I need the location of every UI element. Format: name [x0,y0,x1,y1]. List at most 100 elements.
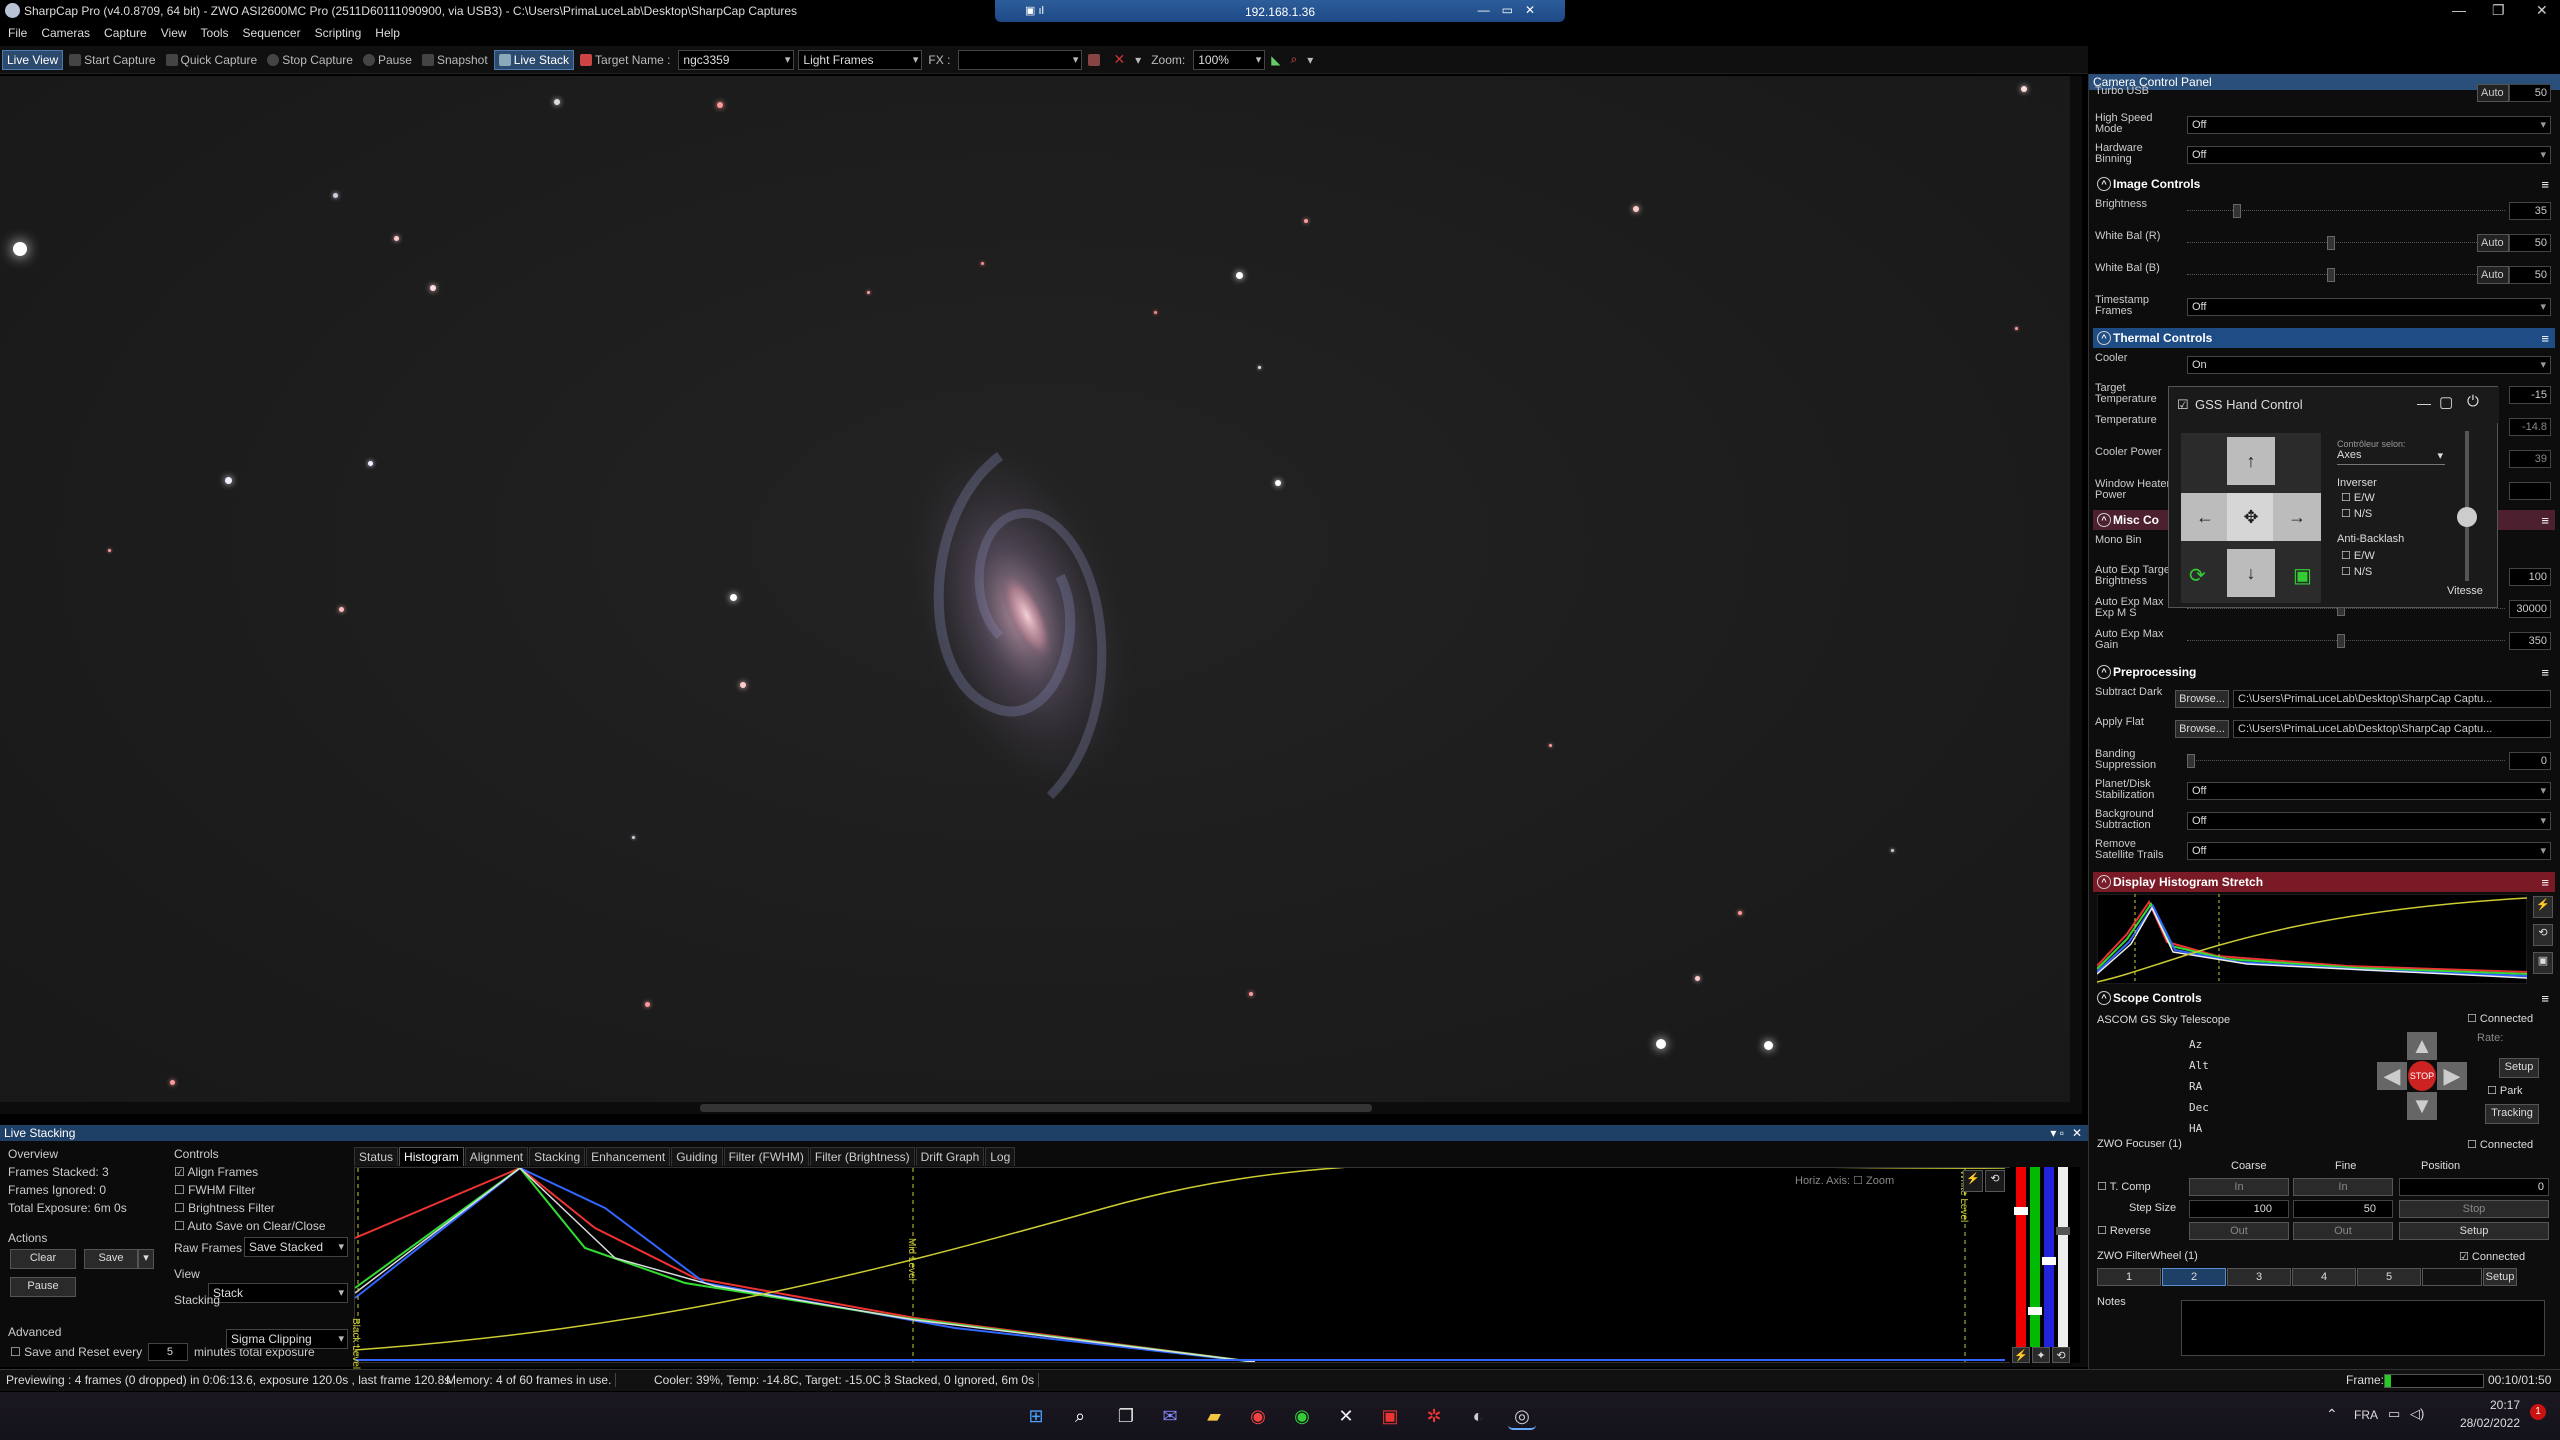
brightness-value[interactable]: 35 [2509,202,2551,220]
satellite-select[interactable]: Off [2187,842,2551,860]
focuser-coarse-out-button[interactable]: Out [2189,1222,2289,1240]
pause-stack-button[interactable]: Pause [10,1277,76,1297]
black-level-marker[interactable]: Black Level [350,1318,361,1369]
stop-capture-button[interactable]: Stop Capture [263,50,357,70]
reverse-checkbox[interactable]: ☐ Reverse [2097,1224,2151,1237]
remote-restore-icon[interactable]: ▭ [1502,3,1513,17]
red-app-2-icon[interactable]: ✲ [1420,1402,1448,1430]
levels-reset-icon[interactable]: ⟲ [2052,1347,2070,1363]
banding-knob[interactable] [2187,754,2195,768]
focuser-connected-checkbox[interactable]: ☐ Connected [2467,1138,2533,1151]
menu-cameras[interactable]: Cameras [41,26,90,40]
green-app-icon[interactable]: ◉ [1288,1402,1316,1430]
wb-r-auto[interactable]: Auto [2477,234,2509,252]
maximize-icon[interactable]: ❐ [2492,2,2505,19]
save-options-dropdown-icon[interactable]: ▾ [138,1249,154,1269]
menu-file[interactable]: File [8,26,27,40]
hamburger-icon[interactable]: ≡ [2541,873,2549,893]
image-viewer[interactable] [0,76,2082,1112]
color-picker-icon[interactable] [1084,50,1107,70]
menu-capture[interactable]: Capture [104,26,147,40]
auto-stretch-icon[interactable]: ⚡ [2533,896,2553,918]
blue-level-knob[interactable] [2042,1257,2056,1265]
hand-power-icon[interactable]: ⏻ [2467,393,2479,410]
save-stretch-icon[interactable]: ▣ [2533,952,2553,974]
auto-exp-max-gain-value[interactable]: 350 [2509,632,2551,650]
start-capture-button[interactable]: Start Capture [65,50,159,70]
window-heater-value[interactable] [2509,482,2551,500]
tab-guiding[interactable]: Guiding [671,1147,723,1166]
remote-minimize-icon[interactable]: — [1478,3,1490,17]
brightness-knob[interactable] [2233,204,2241,218]
scope-south-button[interactable]: ▼ [2407,1092,2437,1120]
preprocessing-header[interactable]: ^ Preprocessing ≡ [2093,662,2555,682]
focuser-fine-out-button[interactable]: Out [2293,1222,2393,1240]
quick-capture-button[interactable]: Quick Capture [162,50,262,70]
view-select[interactable]: Stack [208,1283,348,1303]
planet-disk-select[interactable]: Off [2187,782,2551,800]
scope-controls-header[interactable]: ^ Scope Controls ≡ [2093,988,2555,1008]
hamburger-icon[interactable]: ≡ [2541,989,2549,1009]
hand-center-move-icon[interactable]: ✥ [2227,493,2275,541]
task-view-icon[interactable]: ❐ [1112,1402,1140,1430]
histogram-stretch-graph[interactable] [2097,894,2527,984]
menu-view[interactable]: View [161,26,187,40]
focuser-coarse-in-button[interactable]: In [2189,1178,2289,1196]
hand-right-arrow-icon[interactable]: → [2273,493,2321,541]
hand-minimize-icon[interactable]: — [2417,395,2431,411]
scope-east-button[interactable]: ▶ [2437,1062,2467,1090]
tray-chevron-icon[interactable]: ⌃ [2326,1406,2338,1423]
reset-stretch-icon[interactable]: ⟲ [2533,924,2553,946]
start-icon[interactable]: ⊞ [1022,1402,1050,1430]
file-explorer-icon[interactable]: ▰ [1200,1402,1228,1430]
green-level-knob[interactable] [2028,1307,2042,1315]
clear-stack-button[interactable]: Clear [10,1249,76,1269]
brightness-filter-checkbox[interactable]: ☐ Brightness Filter [174,1201,275,1215]
wb-r-knob[interactable] [2327,236,2335,250]
blue-level-slider[interactable] [2042,1167,2056,1347]
live-view-button[interactable]: Live View [2,49,64,70]
filter-slot-5[interactable]: 5 [2357,1268,2421,1286]
hamburger-icon[interactable]: ≡ [2541,511,2549,531]
auto-exp-target-value[interactable]: 100 [2509,568,2551,586]
red-level-knob[interactable] [2014,1207,2028,1215]
scope-park-checkbox[interactable]: ☐ Park [2487,1084,2523,1097]
levels-star-icon[interactable]: ✦ [2032,1347,2050,1363]
red-level-slider[interactable] [2014,1167,2028,1347]
scope-setup-button[interactable]: Setup [2499,1058,2539,1078]
hand-maximize-icon[interactable]: ▢ [2439,393,2453,411]
hamburger-icon[interactable]: ≡ [2541,175,2549,195]
tcomp-checkbox[interactable]: ☐ T. Comp [2097,1180,2151,1193]
histo-reset-icon[interactable]: ⟲ [1985,1170,2005,1192]
focuser-stop-button[interactable]: Stop [2399,1200,2549,1218]
lum-level-knob[interactable] [2056,1227,2070,1235]
wb-b-auto[interactable]: Auto [2477,266,2509,284]
auto-exp-max-gain-knob[interactable] [2337,634,2345,648]
collapse-icon[interactable]: ^ [2097,665,2111,679]
tab-alignment[interactable]: Alignment [464,1147,529,1166]
lum-level-slider[interactable] [2056,1167,2070,1347]
raw-frames-select[interactable]: Save Stacked [244,1237,348,1257]
tab-enhancement[interactable]: Enhancement [586,1147,671,1166]
notes-textarea[interactable] [2181,1300,2545,1356]
coarse-step-input[interactable]: 100 [2189,1200,2289,1218]
collapse-icon[interactable]: ^ [2097,331,2111,345]
zoom-checkbox[interactable]: ☐ [1853,1175,1863,1187]
hardware-binning-select[interactable]: Off [2187,146,2551,164]
green-level-slider[interactable] [2028,1167,2042,1347]
chrome-icon[interactable]: ◉ [1244,1402,1272,1430]
save-reset-checkbox[interactable]: ☐ Save and Reset every [10,1345,142,1359]
remote-session-bar[interactable]: ▣ ıl 192.168.1.36 — ▭ ✕ [995,0,1565,22]
scope-tracking-button[interactable]: Tracking [2485,1104,2539,1124]
tab-stacking[interactable]: Stacking [529,1147,586,1166]
target-temp-value[interactable]: -15 [2509,386,2551,404]
tab-histogram[interactable]: Histogram [399,1147,464,1166]
tab-filter-fwhm[interactable]: Filter (FWHM) [723,1147,809,1166]
hamburger-icon[interactable]: ≡ [2541,663,2549,683]
anti-backlash-ns-checkbox[interactable]: ☐ N/S [2341,565,2372,578]
fx-select[interactable] [958,49,1083,70]
wb-b-slider[interactable] [2187,268,2477,282]
collapse-icon[interactable]: ^ [2097,513,2111,527]
close-icon[interactable]: ✕ [2536,2,2548,19]
menu-tools[interactable]: Tools [201,26,229,40]
